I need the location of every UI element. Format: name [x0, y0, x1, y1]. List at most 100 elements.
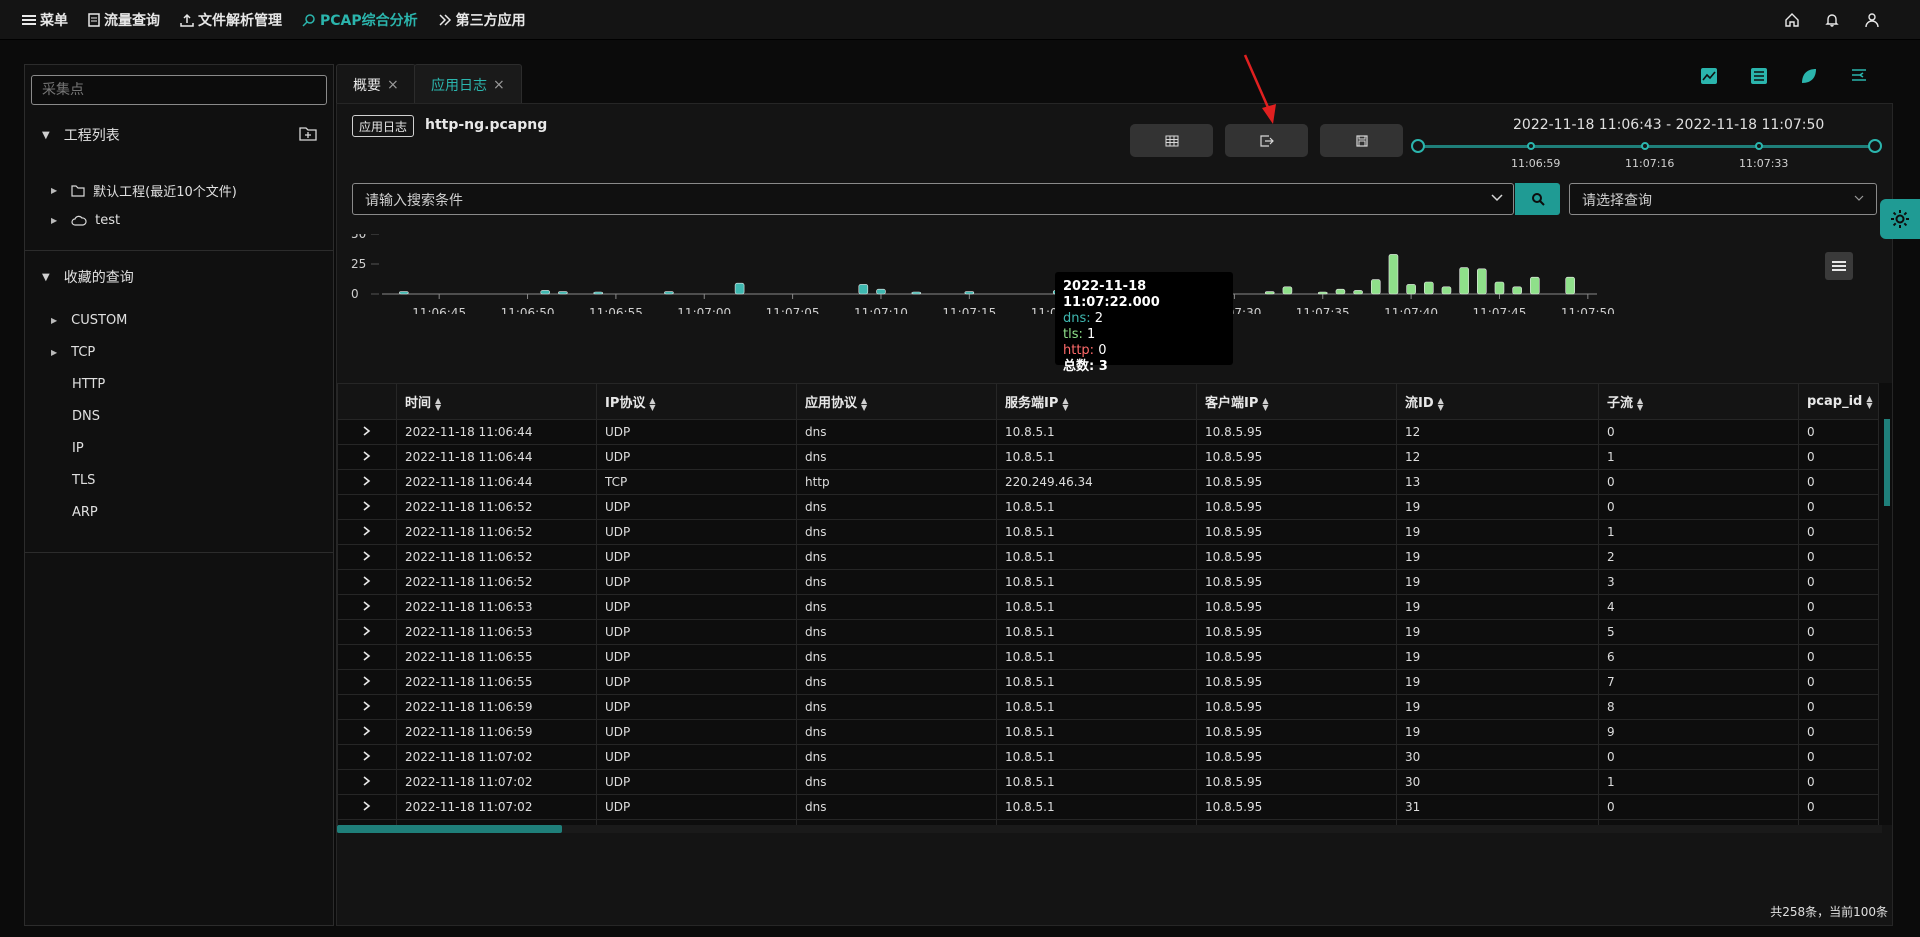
chart-bar[interactable]	[1512, 286, 1522, 295]
table-row[interactable]: 2022-11-18 11:06:59 UDP dns 10.8.5.1 10.8.5.…	[337, 694, 1879, 720]
chart-bar[interactable]	[1494, 281, 1505, 295]
expand-row-icon[interactable]	[337, 769, 397, 795]
chart-bar[interactable]	[1317, 291, 1328, 295]
sort-icon[interactable]: ▲ ▼	[1062, 396, 1068, 411]
table-row[interactable]: 2022-11-18 11:06:52 UDP dns 10.8.5.1 10.8.5.…	[337, 544, 1879, 570]
line-chart-icon[interactable]	[1700, 67, 1718, 85]
panel-toggle-icon[interactable]	[1850, 67, 1868, 85]
saved-query-tls[interactable]: TLS	[72, 473, 95, 488]
chart-bar[interactable]	[1335, 288, 1346, 295]
expand-row-icon[interactable]	[337, 644, 397, 670]
column-header[interactable]: 应用协议 ▲ ▼	[796, 383, 997, 420]
nav-menu[interactable]: 菜单	[0, 0, 78, 40]
saved-query-http[interactable]: HTTP	[72, 377, 105, 392]
nav-files[interactable]: 文件解析管理	[170, 0, 292, 40]
table-row[interactable]: 2022-11-18 11:07:02UDPdns10.8.5.110.8.5.…	[337, 794, 1879, 820]
user-icon[interactable]	[1864, 12, 1880, 28]
chart-bar[interactable]	[558, 291, 568, 295]
table-row[interactable]: 2022-11-18 11:06:44 TCP http 220.249.46.34 1…	[337, 469, 1879, 495]
column-header[interactable]: 服务端IP ▲ ▼	[996, 383, 1197, 420]
saved-query-tcp[interactable]: ▶ TCP	[51, 345, 95, 360]
export-button[interactable]	[1225, 124, 1308, 157]
saved-query-ip[interactable]: IP	[72, 441, 84, 456]
chart-bar[interactable]	[876, 288, 886, 295]
column-header[interactable]: 流ID ▲ ▼	[1396, 383, 1599, 420]
project-item-test[interactable]: ▶ test	[51, 213, 120, 228]
sort-icon[interactable]: ▲ ▼	[861, 396, 867, 411]
chart-bar[interactable]	[1565, 276, 1575, 295]
table-row[interactable]: 2022-11-18 11:06:44 UDP dns 10.8.5.1 10.8.5.…	[337, 444, 1879, 470]
chart-bar[interactable]	[858, 284, 869, 295]
table-row[interactable]: 2022-11-18 11:06:55 UDP dns 10.8.5.1 10.8.5.…	[337, 644, 1879, 670]
chart-bar[interactable]	[1406, 284, 1416, 295]
nav-pcap[interactable]: PCAP综合分析	[292, 0, 428, 40]
nav-traffic[interactable]: 流量查询	[78, 0, 170, 40]
table-view-button[interactable]	[1130, 124, 1213, 157]
sort-icon[interactable]: ▲ ▼	[1866, 394, 1872, 409]
saved-query-custom[interactable]: ▶ CUSTOM	[51, 313, 127, 328]
table-row[interactable]: 2022-11-18 11:06:53 UDP dns 10.8.5.1 10.8.5.…	[337, 594, 1879, 620]
time-slider-end-handle[interactable]	[1868, 139, 1882, 153]
sort-icon[interactable]: ▲ ▼	[1637, 396, 1643, 411]
chart-bar[interactable]	[540, 290, 551, 295]
add-folder-icon[interactable]	[299, 126, 317, 142]
sort-icon[interactable]: ▲ ▼	[1262, 396, 1268, 411]
saved-query-header[interactable]: ▼ 收藏的查询	[42, 267, 134, 287]
expand-row-icon[interactable]	[337, 469, 397, 495]
horizontal-scroll-thumb[interactable]	[337, 825, 562, 833]
chart-bar[interactable]	[1459, 267, 1469, 295]
expand-row-icon[interactable]	[337, 519, 397, 545]
table-row[interactable]: 2022-11-18 11:06:52 UDP dns 10.8.5.1 10.8.5.…	[337, 569, 1879, 595]
expand-row-icon[interactable]	[337, 669, 397, 695]
chart-bar[interactable]	[1282, 286, 1293, 295]
close-icon[interactable]: ×	[387, 77, 399, 93]
expand-row-icon[interactable]	[337, 494, 397, 520]
chart-bar[interactable]	[734, 282, 745, 295]
save-button[interactable]	[1320, 124, 1403, 157]
sort-icon[interactable]: ▲ ▼	[1438, 396, 1444, 411]
project-list-header[interactable]: ▼ 工程列表	[42, 125, 120, 145]
expand-row-icon[interactable]	[337, 544, 397, 570]
chart-bar[interactable]	[399, 291, 409, 295]
chart-bar[interactable]	[1530, 276, 1540, 295]
chart-bar[interactable]	[1441, 286, 1452, 295]
expand-row-icon[interactable]	[337, 594, 397, 620]
collector-search-input[interactable]	[31, 75, 327, 105]
chart-bar[interactable]	[664, 291, 674, 295]
chevron-down-icon[interactable]	[1491, 194, 1503, 202]
vertical-scroll-thumb[interactable]	[1884, 419, 1890, 506]
horizontal-scrollbar[interactable]	[337, 825, 1882, 833]
table-row[interactable]: 2022-11-18 11:06:52 UDP dns 10.8.5.1 10.8.5.…	[337, 519, 1879, 545]
tab-app-log[interactable]: 应用日志 ×	[414, 64, 522, 104]
chart-bar[interactable]	[964, 291, 975, 295]
sort-icon[interactable]: ▲ ▼	[649, 396, 655, 411]
nav-thirdparty[interactable]: 第三方应用	[428, 0, 536, 40]
query-select[interactable]: 请选择查询	[1569, 183, 1877, 215]
table-row[interactable]: 2022-11-18 11:07:02UDPdns10.8.5.110.8.5.…	[337, 744, 1879, 770]
project-item-default[interactable]: ▶ 默认工程(最近10个文件)	[51, 181, 237, 200]
expand-row-icon[interactable]	[337, 444, 397, 470]
column-header[interactable]: pcap_id ▲ ▼	[1798, 383, 1879, 420]
expand-row-icon[interactable]	[337, 719, 397, 745]
chart-bar[interactable]	[911, 291, 922, 295]
chart-bar[interactable]	[1477, 268, 1487, 295]
saved-query-dns[interactable]: DNS	[72, 409, 100, 424]
home-icon[interactable]	[1784, 12, 1800, 28]
table-row[interactable]: 2022-11-18 11:06:53 UDP dns 10.8.5.1 10.8.5.…	[337, 619, 1879, 645]
expand-row-icon[interactable]	[337, 569, 397, 595]
column-header[interactable]: 时间 ▲ ▼	[396, 383, 597, 420]
table-row[interactable]: 2022-11-18 11:07:02UDPdns10.8.5.110.8.5.…	[337, 769, 1879, 795]
search-button[interactable]	[1515, 183, 1560, 215]
list-view-icon[interactable]	[1750, 67, 1768, 85]
settings-button[interactable]	[1880, 199, 1920, 239]
table-row[interactable]: 2022-11-18 11:06:55 UDP dns 10.8.5.1 10.8.5.…	[337, 669, 1879, 695]
chart-bar[interactable]	[1264, 291, 1275, 295]
table-row[interactable]: 2022-11-18 11:06:52 UDP dns 10.8.5.1 10.8.5.…	[337, 494, 1879, 520]
chart-menu-button[interactable]	[1825, 252, 1853, 280]
tab-overview[interactable]: 概要 ×	[336, 64, 416, 104]
chart-bar[interactable]	[1353, 290, 1363, 295]
chart-bar[interactable]	[1388, 254, 1399, 295]
sort-icon[interactable]: ▲ ▼	[435, 396, 441, 411]
chart-bar[interactable]	[1423, 281, 1434, 295]
expand-row-icon[interactable]	[337, 619, 397, 645]
